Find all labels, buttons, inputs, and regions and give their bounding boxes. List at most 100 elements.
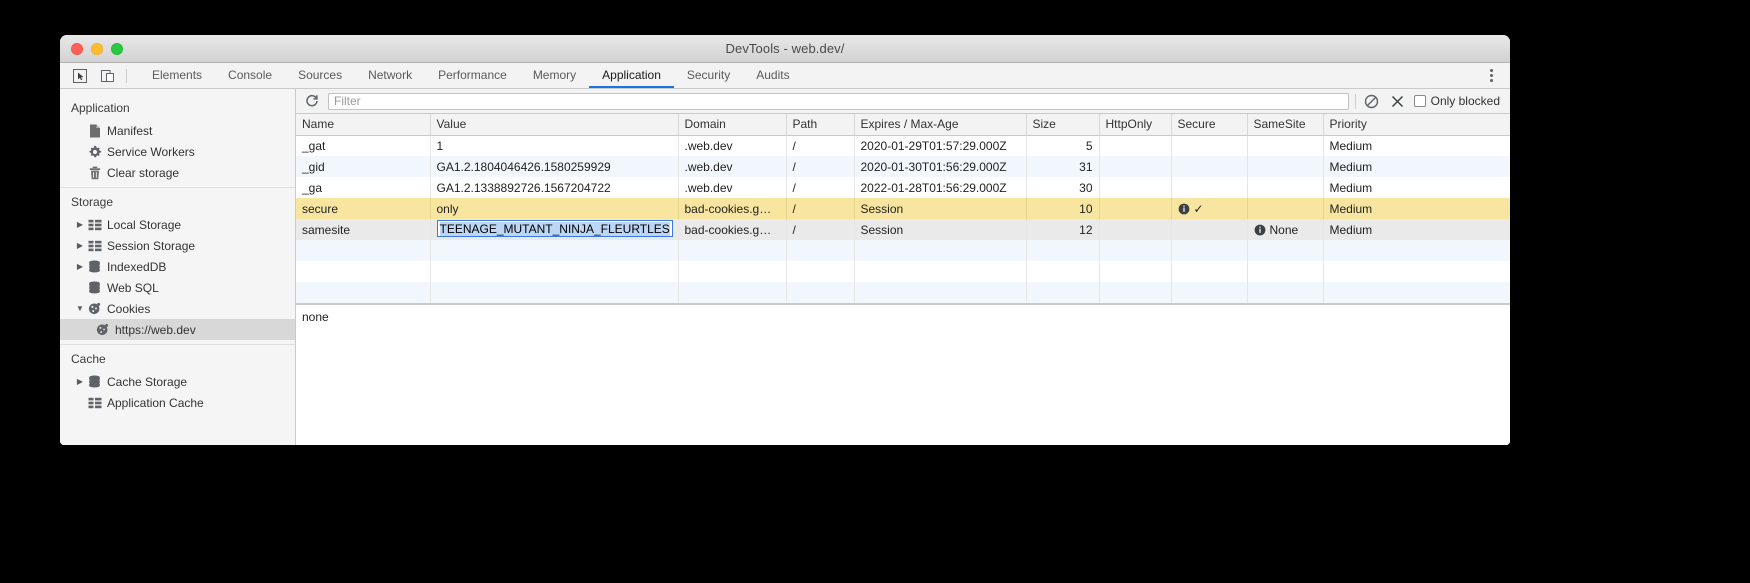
tab-memory[interactable]: Memory xyxy=(520,63,589,88)
filter-input[interactable] xyxy=(328,92,1349,110)
device-toolbar-icon[interactable] xyxy=(96,66,120,86)
cell-path[interactable]: / xyxy=(786,135,855,156)
block-clear-icon[interactable] xyxy=(1362,91,1382,111)
cell-priority[interactable]: Medium xyxy=(1323,156,1510,177)
table-empty-row[interactable] xyxy=(296,282,1510,303)
chevron-right-icon[interactable]: ▶ xyxy=(74,220,86,229)
sidebar-item-clear-storage[interactable]: ▶ Clear storage xyxy=(60,162,295,183)
cell-httponly[interactable] xyxy=(1099,198,1172,219)
cell-secure[interactable] xyxy=(1171,156,1248,177)
cell-name[interactable]: samesite xyxy=(296,219,431,240)
chevron-right-icon[interactable]: ▶ xyxy=(74,262,86,271)
table-empty-row[interactable] xyxy=(296,240,1510,261)
cell-name[interactable]: secure xyxy=(296,198,431,219)
value-edit-input[interactable]: TEENAGE_MUTANT_NINJA_FLEURTLES xyxy=(436,219,673,237)
cell-samesite[interactable] xyxy=(1247,198,1324,219)
cell-samesite[interactable]: None xyxy=(1247,219,1324,240)
cell-priority[interactable]: Medium xyxy=(1323,135,1510,156)
tab-performance[interactable]: Performance xyxy=(425,63,520,88)
cell-secure[interactable]: ✓ xyxy=(1171,198,1248,219)
table-row[interactable]: _ga GA1.2.1338892726.1567204722 .web.dev… xyxy=(296,177,1510,198)
cell-path[interactable]: / xyxy=(786,198,855,219)
tab-security[interactable]: Security xyxy=(674,63,743,88)
cell-httponly[interactable] xyxy=(1099,177,1172,198)
cell-path[interactable]: / xyxy=(786,156,855,177)
cell-expires[interactable]: Session xyxy=(854,198,1027,219)
sidebar-item-service-workers[interactable]: ▶ Service Workers xyxy=(60,141,295,162)
column-header-domain[interactable]: Domain xyxy=(678,114,787,136)
cell-secure[interactable] xyxy=(1171,135,1248,156)
cell-priority[interactable]: Medium xyxy=(1323,219,1510,240)
tab-elements[interactable]: Elements xyxy=(139,63,215,88)
column-header-httponly[interactable]: HttpOnly xyxy=(1099,114,1172,136)
sidebar-item-indexeddb[interactable]: ▶ IndexedDB xyxy=(60,256,295,277)
tab-sources[interactable]: Sources xyxy=(285,63,355,88)
cell-httponly[interactable] xyxy=(1099,156,1172,177)
column-header-path[interactable]: Path xyxy=(786,114,855,136)
column-header-samesite[interactable]: SameSite xyxy=(1247,114,1324,136)
cell-domain[interactable]: .web.dev xyxy=(678,156,787,177)
table-empty-row[interactable] xyxy=(296,261,1510,282)
chevron-right-icon[interactable]: ▶ xyxy=(74,241,86,250)
cell-name[interactable]: _ga xyxy=(296,177,431,198)
x-close-icon[interactable] xyxy=(1388,91,1408,111)
cell-secure[interactable] xyxy=(1171,177,1248,198)
cell-value[interactable]: GA1.2.1338892726.1567204722 xyxy=(430,177,679,198)
sidebar-item-cookies-web-dev[interactable]: https://web.dev xyxy=(60,319,295,340)
sidebar-item-application-cache[interactable]: ▶ Application Cache xyxy=(60,392,295,413)
table-row[interactable]: _gid GA1.2.1804046426.1580259929 .web.de… xyxy=(296,156,1510,177)
cell-value[interactable]: GA1.2.1804046426.1580259929 xyxy=(430,156,679,177)
sidebar-item-local-storage[interactable]: ▶ Local Storage xyxy=(60,214,295,235)
kebab-menu-icon[interactable] xyxy=(1482,67,1500,85)
cell-size[interactable]: 30 xyxy=(1026,177,1100,198)
tab-audits[interactable]: Audits xyxy=(743,63,802,88)
cell-value[interactable]: only xyxy=(430,198,679,219)
cell-samesite[interactable] xyxy=(1247,135,1324,156)
sidebar-item-cache-storage[interactable]: ▶ Cache Storage xyxy=(60,371,295,392)
cell-expires[interactable]: 2022-01-28T01:56:29.000Z xyxy=(854,177,1027,198)
cell-value[interactable]: 1 xyxy=(430,135,679,156)
column-header-expires[interactable]: Expires / Max-Age xyxy=(854,114,1027,136)
cell-domain[interactable]: bad-cookies.g… xyxy=(678,198,787,219)
cell-httponly[interactable] xyxy=(1099,219,1172,240)
cell-domain[interactable]: .web.dev xyxy=(678,177,787,198)
cell-size[interactable]: 5 xyxy=(1026,135,1100,156)
table-row[interactable]: secure only bad-cookies.g… / Session 10 xyxy=(296,198,1510,219)
cell-name[interactable]: _gid xyxy=(296,156,431,177)
sidebar-item-session-storage[interactable]: ▶ Session Storage xyxy=(60,235,295,256)
cell-httponly[interactable] xyxy=(1099,135,1172,156)
chevron-down-icon[interactable]: ▼ xyxy=(74,304,86,313)
cell-name[interactable]: _gat xyxy=(296,135,431,156)
cell-priority[interactable]: Medium xyxy=(1323,177,1510,198)
column-header-name[interactable]: Name xyxy=(296,114,431,136)
column-header-secure[interactable]: Secure xyxy=(1171,114,1248,136)
column-header-priority[interactable]: Priority xyxy=(1323,114,1510,136)
cell-path[interactable]: / xyxy=(786,177,855,198)
only-blocked-checkbox-wrap[interactable]: Only blocked xyxy=(1413,94,1504,108)
tab-application[interactable]: Application xyxy=(589,63,674,88)
only-blocked-checkbox[interactable] xyxy=(1413,95,1426,107)
cell-expires[interactable]: 2020-01-30T01:56:29.000Z xyxy=(854,156,1027,177)
cell-size[interactable]: 10 xyxy=(1026,198,1100,219)
cell-samesite[interactable] xyxy=(1247,156,1324,177)
column-header-size[interactable]: Size xyxy=(1026,114,1100,136)
cell-samesite[interactable] xyxy=(1247,177,1324,198)
table-row[interactable]: _gat 1 .web.dev / 2020-01-29T01:57:29.00… xyxy=(296,135,1510,156)
tab-console[interactable]: Console xyxy=(215,63,285,88)
cell-size[interactable]: 12 xyxy=(1026,219,1100,240)
cell-secure[interactable] xyxy=(1171,219,1248,240)
cell-domain[interactable]: bad-cookies.g… xyxy=(678,219,787,240)
cell-expires[interactable]: Session xyxy=(854,219,1027,240)
cell-size[interactable]: 31 xyxy=(1026,156,1100,177)
cell-priority[interactable]: Medium xyxy=(1323,198,1510,219)
table-row[interactable]: samesite TEENAGE_MUTANT_NINJA_FLEURTLES … xyxy=(296,219,1510,240)
cell-domain[interactable]: .web.dev xyxy=(678,135,787,156)
tab-network[interactable]: Network xyxy=(355,63,425,88)
sidebar-item-web-sql[interactable]: ▶ Web SQL xyxy=(60,277,295,298)
sidebar-item-manifest[interactable]: ▶ Manifest xyxy=(60,120,295,141)
column-header-value[interactable]: Value xyxy=(430,114,679,136)
cell-path[interactable]: / xyxy=(786,219,855,240)
refresh-icon[interactable] xyxy=(302,91,322,111)
chevron-right-icon[interactable]: ▶ xyxy=(74,377,86,386)
cell-value-editing[interactable]: TEENAGE_MUTANT_NINJA_FLEURTLES xyxy=(430,219,679,240)
